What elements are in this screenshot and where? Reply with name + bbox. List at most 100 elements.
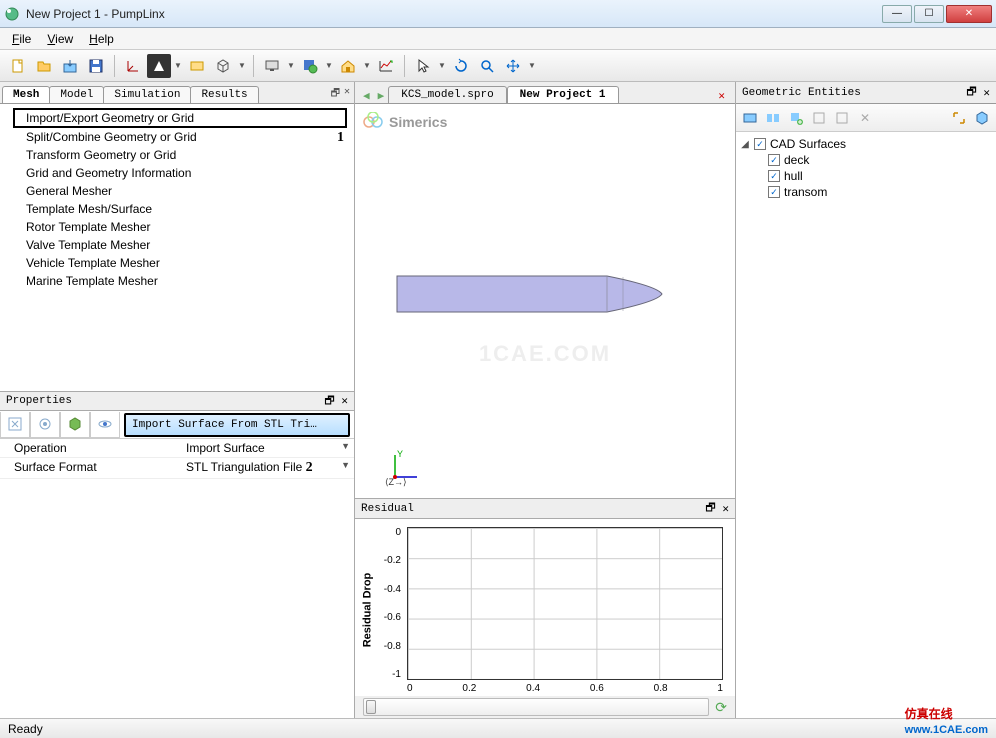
property-row[interactable]: Operation Import Surface▼ — [0, 439, 354, 458]
viewport-3d[interactable]: Simerics 1CAE.COM Y ⟨Z→⟩ — [355, 104, 735, 498]
minimize-button[interactable]: — — [882, 5, 912, 23]
watermark: 1CAE.COM — [479, 341, 611, 367]
tab-nav-left-icon[interactable]: ◀ — [359, 89, 374, 103]
pin-icon[interactable]: 🗗 — [331, 86, 340, 103]
checkbox[interactable]: ✓ — [768, 186, 780, 198]
axis-triad: Y ⟨Z→⟩ — [385, 447, 425, 490]
mesh-item-info[interactable]: Grid and Geometry Information — [0, 164, 354, 182]
save-view-dropdown[interactable]: ▼ — [324, 54, 334, 78]
mesh-item-rotor[interactable]: Rotor Template Mesher — [0, 218, 354, 236]
tab-nav-right-icon[interactable]: ▶ — [374, 89, 389, 103]
mesh-item-transform[interactable]: Transform Geometry or Grid — [0, 146, 354, 164]
residual-slider[interactable] — [363, 698, 709, 716]
tree-node-hull[interactable]: ✓ hull — [740, 168, 992, 184]
tree-label: deck — [784, 153, 809, 167]
geo-tb-2-icon[interactable] — [763, 108, 783, 128]
doc-tab-kcs-model[interactable]: KCS_model.spro — [388, 86, 506, 103]
residual-title: Residual — [361, 503, 414, 515]
residual-slider-row: ⟳ — [355, 696, 735, 718]
mesh-item-valve[interactable]: Valve Template Mesher — [0, 236, 354, 254]
annotation-2: 2 — [306, 460, 313, 475]
props-tab-4-icon[interactable] — [90, 412, 120, 438]
checkbox[interactable]: ✓ — [754, 138, 766, 150]
home-icon[interactable] — [336, 54, 360, 78]
geo-tb-4-icon[interactable] — [809, 108, 829, 128]
chart-icon[interactable] — [374, 54, 398, 78]
refresh-icon[interactable]: ⟳ — [715, 699, 727, 716]
tree-node-cad-surfaces[interactable]: ◢ ✓ CAD Surfaces — [740, 136, 992, 152]
display-dropdown[interactable]: ▼ — [286, 54, 296, 78]
axes-icon[interactable] — [121, 54, 145, 78]
geo-tb-5-icon[interactable] — [832, 108, 852, 128]
geo-tb-expand-icon[interactable] — [949, 108, 969, 128]
geo-tb-cube-icon[interactable] — [972, 108, 992, 128]
tree-node-transom[interactable]: ✓ transom — [740, 184, 992, 200]
view-mode-icon[interactable] — [147, 54, 171, 78]
checkbox[interactable]: ✓ — [768, 170, 780, 182]
close-panel-icon[interactable]: ✕ — [983, 86, 990, 100]
geo-tb-1-icon[interactable] — [740, 108, 760, 128]
geo-tree: ◢ ✓ CAD Surfaces ✓ deck ✓ hull ✓ transom — [736, 132, 996, 718]
mesh-item-template-mesh[interactable]: Template Mesh/Surface — [0, 200, 354, 218]
shade-icon[interactable] — [185, 54, 209, 78]
pin-icon[interactable]: 🗗 — [966, 83, 976, 102]
import-surface-button[interactable]: Import Surface From STL Tri… — [124, 413, 350, 437]
properties-toolbar: Import Surface From STL Tri… — [0, 411, 354, 439]
menu-help[interactable]: Help — [81, 30, 122, 48]
cube-dropdown[interactable]: ▼ — [237, 54, 247, 78]
main-toolbar: ▼ ▼ ▼ ▼ ▼ ▼ ▼ — [0, 50, 996, 82]
cursor-icon[interactable] — [411, 54, 435, 78]
mesh-item-marine[interactable]: Marine Template Mesher — [0, 272, 354, 290]
import-icon[interactable] — [58, 54, 82, 78]
home-dropdown[interactable]: ▼ — [362, 54, 372, 78]
tab-results[interactable]: Results — [190, 86, 258, 103]
open-file-icon[interactable] — [32, 54, 56, 78]
new-file-icon[interactable] — [6, 54, 30, 78]
maximize-button[interactable]: ☐ — [914, 5, 944, 23]
mesh-item-vehicle[interactable]: Vehicle Template Mesher — [0, 254, 354, 272]
annotation-1: 1 — [337, 130, 344, 146]
display-icon[interactable] — [260, 54, 284, 78]
close-tab-icon[interactable]: ✕ — [712, 89, 731, 103]
property-value[interactable]: Import Surface▼ — [180, 439, 354, 457]
tree-label: hull — [784, 169, 803, 183]
props-tab-3-icon[interactable] — [60, 412, 90, 438]
zoom-icon[interactable] — [475, 54, 499, 78]
tab-simulation[interactable]: Simulation — [103, 86, 191, 103]
pin-icon[interactable]: 🗗 — [705, 499, 715, 518]
pan-dropdown[interactable]: ▼ — [527, 54, 537, 78]
close-panel-icon[interactable]: ✕ — [344, 86, 350, 103]
property-value[interactable]: STL Triangulation File 2▼ — [180, 458, 354, 478]
mesh-panel: Import/Export Geometry or Grid Split/Com… — [0, 104, 354, 391]
props-tab-1-icon[interactable] — [0, 412, 30, 438]
doc-tab-new-project[interactable]: New Project 1 — [507, 86, 619, 103]
close-panel-icon[interactable]: ✕ — [341, 394, 348, 408]
rotate-icon[interactable] — [449, 54, 473, 78]
tree-collapse-icon[interactable]: ◢ — [740, 139, 750, 150]
mesh-item-split-combine[interactable]: Split/Combine Geometry or Grid1 — [0, 128, 354, 146]
tab-model[interactable]: Model — [49, 86, 104, 103]
cube-icon[interactable] — [211, 54, 235, 78]
mesh-item-general-mesher[interactable]: General Mesher — [0, 182, 354, 200]
status-bar: Ready — [0, 718, 996, 738]
pin-icon[interactable]: 🗗 — [324, 392, 334, 411]
geo-toolbar: ✕ — [736, 104, 996, 132]
tab-mesh[interactable]: Mesh — [2, 86, 50, 103]
tree-node-deck[interactable]: ✓ deck — [740, 152, 992, 168]
property-row[interactable]: Surface Format STL Triangulation File 2▼ — [0, 458, 354, 479]
view-mode-dropdown[interactable]: ▼ — [173, 54, 183, 78]
props-tab-2-icon[interactable] — [30, 412, 60, 438]
cursor-dropdown[interactable]: ▼ — [437, 54, 447, 78]
menu-file[interactable]: File — [4, 30, 39, 48]
pan-icon[interactable] — [501, 54, 525, 78]
checkbox[interactable]: ✓ — [768, 154, 780, 166]
svg-text:⟨Z→⟩: ⟨Z→⟩ — [385, 477, 407, 487]
close-panel-icon[interactable]: ✕ — [722, 502, 729, 516]
geo-tb-add-icon[interactable] — [786, 108, 806, 128]
geo-tb-delete-icon[interactable]: ✕ — [855, 108, 875, 128]
save-icon[interactable] — [84, 54, 108, 78]
mesh-item-import-export[interactable]: Import/Export Geometry or Grid — [14, 109, 346, 127]
close-button[interactable]: ✕ — [946, 5, 992, 23]
save-view-icon[interactable] — [298, 54, 322, 78]
menu-view[interactable]: View — [39, 30, 81, 48]
